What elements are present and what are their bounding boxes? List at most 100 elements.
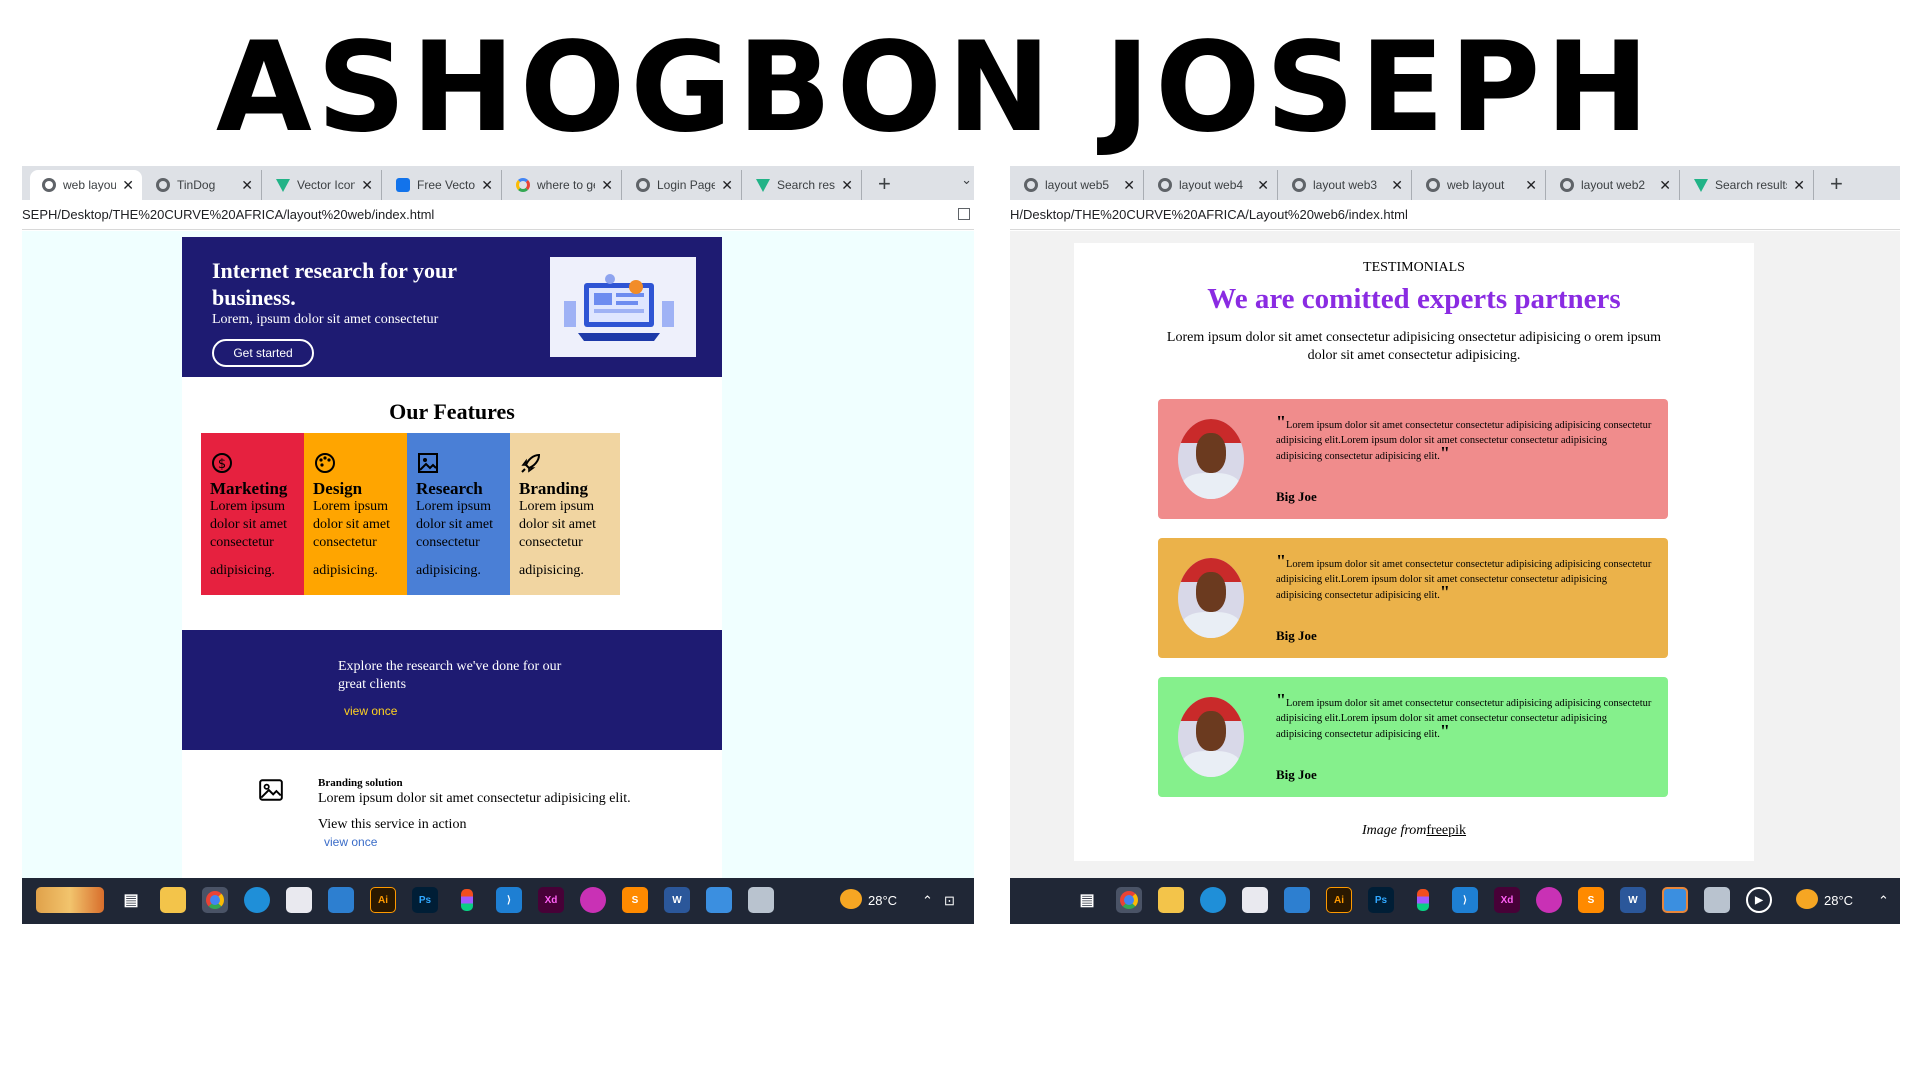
figma-icon[interactable] <box>1410 887 1436 913</box>
share-icon[interactable] <box>958 208 970 220</box>
close-icon[interactable]: ✕ <box>122 177 134 194</box>
globe-icon <box>1158 178 1172 192</box>
close-icon[interactable]: ✕ <box>1391 177 1403 194</box>
get-started-button[interactable]: Get started <box>212 339 314 367</box>
word-icon[interactable]: W <box>664 887 690 913</box>
close-icon[interactable]: ✕ <box>1659 177 1671 194</box>
vecteezy-icon <box>756 178 770 192</box>
chrome-icon[interactable] <box>1116 887 1142 913</box>
tab-web-layout[interactable]: web layout ✕ <box>1414 170 1546 200</box>
tab-layout-web3[interactable]: layout web3 ✕ <box>1280 170 1412 200</box>
paint-app-icon[interactable] <box>580 887 606 913</box>
feature-card-marketing: $ Marketing Lorem ipsum dolor sit amet c… <box>201 433 311 595</box>
weather-temperature[interactable]: 28°C <box>1824 893 1853 908</box>
feature-text-extra: adipisicing. <box>519 563 584 578</box>
feature-card-design: Design Lorem ipsum dolor sit amet consec… <box>304 433 414 595</box>
mail-icon[interactable] <box>328 887 354 913</box>
taskbar: ▤ Ai Ps ⟩ Xd S W 28°C ⌃ ⊡ <box>22 878 974 924</box>
file-explorer-icon[interactable] <box>160 887 186 913</box>
view-once-link[interactable]: view once <box>344 704 397 718</box>
globe-icon <box>1292 178 1306 192</box>
edge-icon[interactable] <box>1200 887 1226 913</box>
close-icon[interactable]: ✕ <box>721 177 733 194</box>
vscode-icon[interactable]: ⟩ <box>496 887 522 913</box>
close-icon[interactable]: ✕ <box>1793 177 1805 194</box>
photoshop-icon[interactable]: Ps <box>412 887 438 913</box>
avatar <box>1178 419 1244 499</box>
close-icon[interactable]: ✕ <box>841 177 853 194</box>
notes-icon[interactable] <box>1704 887 1730 913</box>
autumn-widget-icon[interactable] <box>36 887 104 913</box>
new-tab-icon[interactable]: + <box>1830 171 1843 197</box>
close-icon[interactable]: ✕ <box>601 177 613 194</box>
weather-icon[interactable] <box>1796 889 1818 909</box>
tab-google-search[interactable]: where to get ✕ <box>504 170 622 200</box>
tab-web-layout[interactable]: web layout ✕ <box>30 170 142 200</box>
sublime-icon[interactable]: S <box>622 887 648 913</box>
task-view-icon[interactable]: ▤ <box>1074 887 1100 913</box>
tab-layout-web4[interactable]: layout web4 ✕ <box>1146 170 1278 200</box>
browser-viewport: Internet research for your business. Lor… <box>22 231 974 878</box>
chevron-up-icon[interactable]: ⌃ <box>1878 893 1889 909</box>
globe-icon <box>156 178 170 192</box>
image-credit: Image fromfreepik <box>1074 823 1754 839</box>
mail-icon[interactable] <box>1284 887 1310 913</box>
testimonial-name: Big Joe <box>1276 489 1317 504</box>
browser-viewport: TESTIMONIALS We are comitted experts par… <box>1010 231 1900 878</box>
avatar <box>1178 558 1244 638</box>
tab-vector-icons[interactable]: Vector Icons ✕ <box>264 170 382 200</box>
tab-login-page[interactable]: Login Page ✕ <box>624 170 742 200</box>
sublime-icon[interactable]: S <box>1578 887 1604 913</box>
chrome-icon[interactable] <box>202 887 228 913</box>
url-text: H/Desktop/THE%20CURVE%20AFRICA/Layout%20… <box>1010 207 1408 222</box>
new-tab-icon[interactable]: + <box>878 171 891 197</box>
vscode-icon[interactable]: ⟩ <box>1452 887 1478 913</box>
tray-icon[interactable]: ⊡ <box>944 893 955 909</box>
file-explorer-icon[interactable] <box>1158 887 1184 913</box>
notes-icon[interactable] <box>748 887 774 913</box>
figma-icon[interactable] <box>454 887 480 913</box>
tab-search-results[interactable]: Search results ✕ <box>1682 170 1814 200</box>
feature-text-extra: adipisicing. <box>313 563 378 578</box>
media-player-icon[interactable]: ▶ <box>1746 887 1772 913</box>
xd-icon[interactable]: Xd <box>538 887 564 913</box>
tab-search-results[interactable]: Search results ✕ <box>744 170 862 200</box>
tab-free-vectors[interactable]: Free Vectors ✕ <box>384 170 502 200</box>
weather-temperature[interactable]: 28°C <box>868 893 897 908</box>
view-once-link[interactable]: view once <box>324 835 377 849</box>
illustrator-icon[interactable]: Ai <box>370 887 396 913</box>
branding-title: Branding solution <box>318 777 403 789</box>
close-icon[interactable]: ✕ <box>241 177 253 194</box>
photos-icon[interactable] <box>706 887 732 913</box>
xd-icon[interactable]: Xd <box>1494 887 1520 913</box>
store-icon[interactable] <box>286 887 312 913</box>
paint-app-icon[interactable] <box>1536 887 1562 913</box>
chevron-up-icon[interactable]: ⌃ <box>922 893 933 909</box>
testimonial-card: "Lorem ipsum dolor sit amet consectetur … <box>1158 538 1668 658</box>
freepik-link[interactable]: freepik <box>1426 823 1466 838</box>
features-title: Our Features <box>389 399 515 424</box>
photos-icon[interactable] <box>1662 887 1688 913</box>
close-icon[interactable]: ✕ <box>1257 177 1269 194</box>
google-icon <box>516 178 530 192</box>
close-icon[interactable]: ✕ <box>361 177 373 194</box>
close-icon[interactable]: ✕ <box>481 177 493 194</box>
globe-icon <box>1024 178 1038 192</box>
store-icon[interactable] <box>1242 887 1268 913</box>
illustrator-icon[interactable]: Ai <box>1326 887 1352 913</box>
task-view-icon[interactable]: ▤ <box>118 887 144 913</box>
word-icon[interactable]: W <box>1620 887 1646 913</box>
weather-icon[interactable] <box>840 889 862 909</box>
tab-layout-web2[interactable]: layout web2 ✕ <box>1548 170 1680 200</box>
photoshop-icon[interactable]: Ps <box>1368 887 1394 913</box>
address-bar[interactable]: H/Desktop/THE%20CURVE%20AFRICA/Layout%20… <box>1010 200 1900 230</box>
address-bar[interactable]: SEPH/Desktop/THE%20CURVE%20AFRICA/layout… <box>22 200 974 230</box>
edge-icon[interactable] <box>244 887 270 913</box>
testimonial-card: "Lorem ipsum dolor sit amet consectetur … <box>1158 399 1668 519</box>
close-icon[interactable]: ✕ <box>1123 177 1135 194</box>
feature-card-branding: Branding Lorem ipsum dolor sit amet cons… <box>510 433 620 595</box>
tab-layout-web5[interactable]: layout web5 ✕ <box>1012 170 1144 200</box>
close-icon[interactable]: ✕ <box>1525 177 1537 194</box>
chevron-down-icon[interactable]: ⌄ <box>961 172 972 188</box>
tab-tindog[interactable]: TinDog ✕ <box>144 170 262 200</box>
